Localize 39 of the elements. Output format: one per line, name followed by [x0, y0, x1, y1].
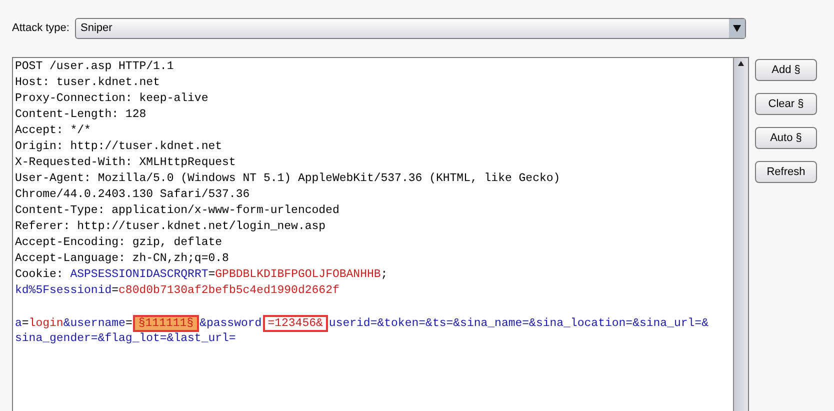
request-text: =	[125, 317, 132, 330]
request-text: Host: tuser.kdnet.net	[15, 76, 160, 89]
attack-type-label: Attack type:	[12, 21, 70, 36]
scrollbar[interactable]	[733, 58, 748, 411]
parameter-name: sina_gender=&flag_lot=&last_url=	[15, 332, 236, 345]
request-text: Content-Type: application/x-www-form-urlencoded	[15, 204, 340, 217]
request-text: =	[208, 268, 216, 281]
parameter-name: a	[15, 317, 22, 330]
parameter-value: login	[28, 317, 64, 330]
action-button[interactable]: Add §	[755, 59, 817, 81]
request-editor[interactable]	[12, 57, 749, 411]
action-button[interactable]: Auto §	[755, 127, 817, 149]
parameter-name: userid=&token=&ts=&sina_name=&sina_location=&sina_url=&	[328, 317, 708, 330]
request-text: Cookie:	[15, 268, 64, 281]
request-text: =	[22, 317, 29, 330]
parameter-value: GPBDBLKDIBFPGOLJFOBANHHB	[215, 268, 381, 281]
request-text: =	[112, 284, 119, 297]
request-text: Proxy-Connection: keep-alive	[15, 92, 208, 105]
request-text: Accept: */*	[15, 124, 91, 137]
request-text: X-Requested-With: XMLHttpRequest	[15, 156, 236, 169]
request-text: POST /user.asp HTTP/1.1	[15, 60, 174, 73]
parameter-name: &username	[63, 317, 126, 330]
request-text: Accept-Encoding: gzip, deflate	[15, 236, 222, 249]
action-button[interactable]: Refresh	[755, 161, 817, 183]
action-button[interactable]: Clear §	[755, 93, 817, 115]
request-text: Origin: http://tuser.kdnet.net	[15, 140, 222, 153]
parameter-value: c80d0b7130af2befb5c4ed1990d2662f	[118, 284, 340, 297]
attack-type-dropdown[interactable]: Sniper	[75, 18, 746, 39]
request-text: User-Agent: Mozilla/5.0 (Windows NT 5.1) AppleWebKit/537.36 (KHTML, like Gecko)	[15, 172, 560, 185]
parameter-name: kd%5Fsessionid	[15, 284, 112, 297]
request-text: Chrome/44.0.2403.130 Safari/537.36	[15, 188, 250, 201]
request-text: Referer: http://tuser.kdnet.net/login_new.asp	[15, 220, 326, 233]
request-text: Content-Length: 128	[15, 108, 146, 121]
request-text: ;	[380, 268, 388, 281]
parameter-name: &password	[200, 317, 262, 330]
parameter-name: ASPSESSIONIDASCRQRRT	[70, 268, 208, 281]
request-text: Accept-Language: zh-CN,zh;q=0.8	[15, 252, 229, 265]
parameter-value: =123456&	[262, 315, 328, 332]
payload-marker: §111111§	[133, 315, 199, 332]
